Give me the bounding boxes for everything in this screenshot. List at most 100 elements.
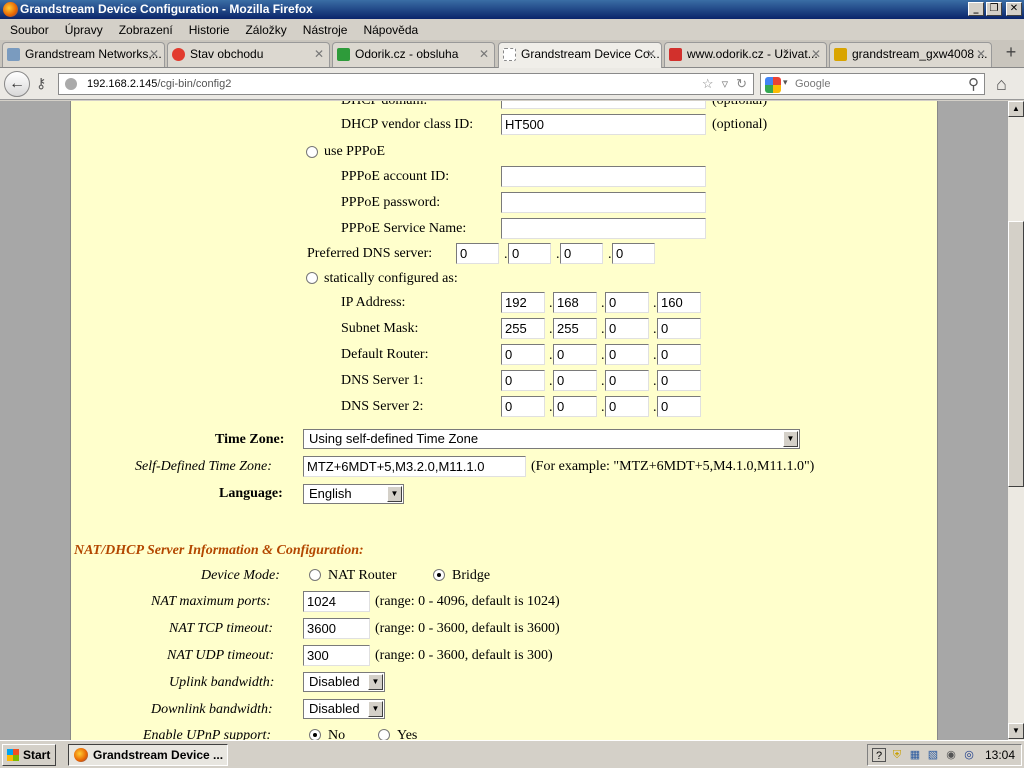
- mask-octet-4[interactable]: 0: [657, 318, 701, 339]
- tab-stav-obchodu[interactable]: Stav obchodu ✕: [167, 42, 330, 67]
- router-octet-3[interactable]: 0: [605, 344, 649, 365]
- nat-max-ports-input[interactable]: 1024: [303, 591, 370, 612]
- dns1-octet-4[interactable]: 0: [657, 370, 701, 391]
- pppoe-service-input[interactable]: [501, 218, 706, 239]
- nat-section-heading: NAT/DHCP Server Information & Configurat…: [74, 543, 364, 558]
- language-select[interactable]: English ▼: [303, 484, 404, 504]
- menu-zobrazeni[interactable]: Zobrazení: [111, 23, 181, 37]
- dns1-octet-3[interactable]: 0: [605, 370, 649, 391]
- ip-octet-4[interactable]: 160: [657, 292, 701, 313]
- back-button[interactable]: ←: [4, 71, 30, 97]
- menu-napoveda[interactable]: Nápověda: [355, 23, 426, 37]
- nat-udp-timeout-input[interactable]: 300: [303, 645, 370, 666]
- vertical-scrollbar[interactable]: ▲ ▼: [1008, 101, 1024, 740]
- pref-dns-octet-1[interactable]: 0: [456, 243, 499, 264]
- mask-octet-1[interactable]: 255: [501, 318, 545, 339]
- search-box[interactable]: ▾ Google ⚲: [760, 73, 985, 95]
- pppoe-radio[interactable]: [306, 146, 318, 158]
- default-router-label: Default Router:: [341, 347, 429, 362]
- nat-router-radio[interactable]: [309, 569, 321, 581]
- pppoe-password-label: PPPoE password:: [341, 195, 441, 210]
- menu-soubor[interactable]: Soubor: [2, 23, 57, 37]
- menu-nastroje[interactable]: Nástroje: [295, 23, 356, 37]
- bridge-radio[interactable]: [433, 569, 445, 581]
- ip-octet-2[interactable]: 168: [553, 292, 597, 313]
- start-button[interactable]: Start: [2, 744, 56, 766]
- url-bar[interactable]: 192.168.2.145/cgi-bin/config2 ☆ ▿ ↻: [58, 73, 754, 95]
- home-icon[interactable]: ⌂: [996, 74, 1007, 95]
- uplink-bandwidth-select[interactable]: Disabled ▼: [303, 672, 385, 692]
- key-icon[interactable]: ⚷: [36, 75, 46, 92]
- scrollbar-thumb[interactable]: [1008, 221, 1024, 487]
- history-dropdown-icon[interactable]: ▿: [722, 76, 729, 92]
- minimize-button[interactable]: _: [968, 2, 984, 16]
- menu-upravy[interactable]: Úpravy: [57, 23, 111, 37]
- static-radio[interactable]: [306, 272, 318, 284]
- router-octet-4[interactable]: 0: [657, 344, 701, 365]
- tab-odorik-obsluha[interactable]: Odorik.cz - obsluha ✕: [332, 42, 495, 67]
- search-engine-dropdown-icon[interactable]: ▾: [783, 77, 788, 88]
- reload-icon[interactable]: ↻: [736, 76, 747, 92]
- ip-octet-3[interactable]: 0: [605, 292, 649, 313]
- menu-historie[interactable]: Historie: [181, 23, 238, 37]
- router-octet-1[interactable]: 0: [501, 344, 545, 365]
- url-text[interactable]: 192.168.2.145/cgi-bin/config2: [87, 78, 231, 90]
- google-icon[interactable]: [765, 77, 781, 93]
- pppoe-account-input[interactable]: [501, 166, 706, 187]
- tab-grandstream-networks[interactable]: Grandstream Networks,... ✕: [2, 42, 165, 67]
- site-icon: [172, 48, 185, 61]
- new-tab-icon[interactable]: +: [1002, 43, 1020, 62]
- windows-flag-icon: [7, 749, 19, 761]
- taskbar-item-firefox[interactable]: Grandstream Device ...: [68, 744, 228, 766]
- router-octet-2[interactable]: 0: [553, 344, 597, 365]
- self-defined-tz-input[interactable]: MTZ+6MDT+5,M3.2.0,M11.1.0: [303, 456, 526, 477]
- close-button[interactable]: ✕: [1006, 2, 1022, 16]
- search-input[interactable]: Google: [795, 78, 830, 90]
- pref-dns-octet-3[interactable]: 0: [560, 243, 603, 264]
- help-icon[interactable]: ?: [872, 748, 886, 762]
- status-icon[interactable]: ◎: [962, 748, 976, 762]
- tab-close-icon[interactable]: ✕: [149, 43, 159, 65]
- dns1-octet-2[interactable]: 0: [553, 370, 597, 391]
- search-icon[interactable]: ⚲: [968, 75, 979, 93]
- ip-octet-1[interactable]: 192: [501, 292, 545, 313]
- tab-grandstream-gxw4008[interactable]: grandstream_gxw4008 ... ✕: [829, 42, 992, 67]
- tab-close-icon[interactable]: ✕: [314, 43, 324, 65]
- nat-router-label: NAT Router: [328, 568, 397, 583]
- maximize-button[interactable]: ❐: [986, 2, 1002, 16]
- upnp-yes-radio[interactable]: [378, 729, 390, 740]
- nat-tcp-timeout-input[interactable]: 3600: [303, 618, 370, 639]
- scroll-down-icon[interactable]: ▼: [1008, 723, 1024, 739]
- tab-grandstream-device[interactable]: Grandstream Device Co... ✕: [498, 42, 662, 68]
- menu-zalozky[interactable]: Záložky: [237, 23, 294, 37]
- tab-odorik-uzivatel[interactable]: www.odorik.cz - Uživat... ✕: [664, 42, 827, 67]
- mask-octet-3[interactable]: 0: [605, 318, 649, 339]
- upnp-no-radio[interactable]: [309, 729, 321, 740]
- pref-dns-octet-2[interactable]: 0: [508, 243, 551, 264]
- nat-udp-timeout-label: NAT UDP timeout:: [167, 648, 275, 663]
- shield-icon[interactable]: ⛨: [890, 748, 904, 762]
- volume-icon[interactable]: ◉: [944, 748, 958, 762]
- site-icon: [7, 48, 20, 61]
- dhcp-vendor-input[interactable]: HT500: [501, 114, 706, 135]
- tab-close-icon[interactable]: ✕: [976, 43, 986, 65]
- dns1-octet-1[interactable]: 0: [501, 370, 545, 391]
- dns2-octet-1[interactable]: 0: [501, 396, 545, 417]
- network-icon[interactable]: ▦: [908, 748, 922, 762]
- dhcp-domain-input[interactable]: [501, 101, 706, 109]
- pppoe-password-input[interactable]: [501, 192, 706, 213]
- mask-octet-2[interactable]: 255: [553, 318, 597, 339]
- network-disconnected-icon[interactable]: ▧: [926, 748, 940, 762]
- tab-close-icon[interactable]: ✕: [811, 43, 821, 65]
- bookmark-star-icon[interactable]: ☆: [702, 76, 714, 92]
- tab-close-icon[interactable]: ✕: [646, 43, 656, 65]
- dns2-octet-3[interactable]: 0: [605, 396, 649, 417]
- nat-max-ports-note: (range: 0 - 4096, default is 1024): [375, 594, 560, 609]
- dns2-octet-2[interactable]: 0: [553, 396, 597, 417]
- dns2-octet-4[interactable]: 0: [657, 396, 701, 417]
- time-zone-select[interactable]: Using self-defined Time Zone ▼: [303, 429, 800, 449]
- downlink-bandwidth-select[interactable]: Disabled ▼: [303, 699, 385, 719]
- scroll-up-icon[interactable]: ▲: [1008, 101, 1024, 117]
- tab-close-icon[interactable]: ✕: [479, 43, 489, 65]
- pref-dns-octet-4[interactable]: 0: [612, 243, 655, 264]
